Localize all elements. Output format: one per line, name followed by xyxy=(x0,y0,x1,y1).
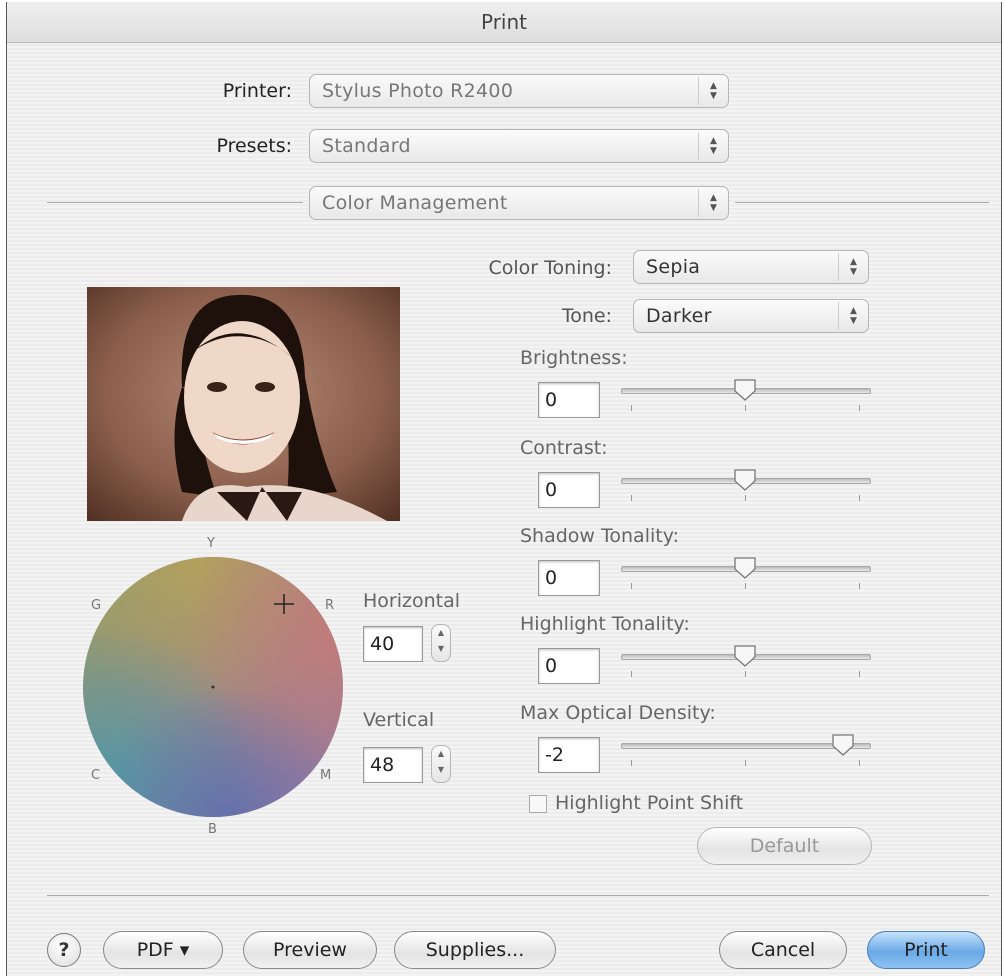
slider-thumb-icon[interactable] xyxy=(732,468,758,492)
slider-tick xyxy=(631,405,632,411)
slider-tick xyxy=(631,760,632,766)
presets-label: Presets: xyxy=(216,135,292,157)
vertical-label: Vertical xyxy=(363,709,435,731)
slider-tick xyxy=(745,405,746,411)
slider-tick xyxy=(859,495,860,501)
vertical-stepper[interactable]: ▲ ▼ xyxy=(431,745,451,783)
popup-arrows-icon: ▲ ▼ xyxy=(698,189,728,217)
supplies-button[interactable]: Supplies... xyxy=(394,931,556,969)
slider-tick xyxy=(745,495,746,501)
slider-tick xyxy=(745,760,746,766)
printer-value: Stylus Photo R2400 xyxy=(322,80,514,102)
slider-value-field[interactable]: -2 xyxy=(538,737,600,773)
slider-thumb-icon[interactable] xyxy=(732,556,758,580)
popup-arrows-icon: ▲ ▼ xyxy=(698,132,728,160)
highlight-point-shift-label[interactable]: Highlight Point Shift xyxy=(555,792,743,814)
separator-line xyxy=(735,202,989,203)
tone-value: Darker xyxy=(646,305,712,327)
slider-label: Contrast: xyxy=(520,437,608,459)
wheel-letter-m: M xyxy=(320,768,332,783)
popup-arrows-icon: ▲ ▼ xyxy=(838,302,868,330)
popup-arrows-icon: ▲ ▼ xyxy=(698,77,728,105)
slider-thumb-icon[interactable] xyxy=(830,733,856,757)
popup-arrows-icon: ▲ ▼ xyxy=(838,253,868,281)
slider-label: Brightness: xyxy=(520,347,628,369)
tone-label: Tone: xyxy=(561,305,612,327)
horizontal-label: Horizontal xyxy=(363,590,461,612)
separator-line xyxy=(47,202,303,203)
slider-value-field[interactable]: 0 xyxy=(538,560,600,596)
preview-photo xyxy=(87,287,400,521)
slider-tick xyxy=(859,671,860,677)
color-wheel[interactable] xyxy=(81,555,345,819)
print-button[interactable]: Print xyxy=(867,931,985,969)
color-toning-value: Sepia xyxy=(646,256,701,278)
wheel-letter-y: Y xyxy=(207,536,215,551)
slider-label: Highlight Tonality: xyxy=(520,613,690,635)
panel-popup[interactable]: Color Management ▲ ▼ xyxy=(309,186,729,220)
presets-popup[interactable]: Standard ▲ ▼ xyxy=(309,129,729,163)
wheel-letter-c: C xyxy=(91,768,101,783)
slider-value-field[interactable]: 0 xyxy=(538,648,600,684)
wheel-center-dot xyxy=(211,685,215,689)
slider-tick xyxy=(859,760,860,766)
help-button[interactable]: ? xyxy=(47,933,81,967)
wheel-letter-b: B xyxy=(208,822,217,837)
vertical-field[interactable]: 48 xyxy=(363,747,423,783)
footer-separator xyxy=(47,895,989,896)
horizontal-stepper[interactable]: ▲ ▼ xyxy=(431,624,451,662)
color-toning-label: Color Toning: xyxy=(488,257,612,279)
wheel-letter-r: R xyxy=(325,598,335,613)
slider-tick xyxy=(745,583,746,589)
horizontal-field[interactable]: 40 xyxy=(363,626,423,662)
slider-thumb-icon[interactable] xyxy=(732,378,758,402)
window-title: Print xyxy=(7,2,1001,43)
slider-label: Shadow Tonality: xyxy=(520,525,679,547)
color-toning-popup[interactable]: Sepia ▲ ▼ xyxy=(633,250,869,284)
slider-tick xyxy=(859,583,860,589)
preview-button[interactable]: Preview xyxy=(243,931,377,969)
cancel-button[interactable]: Cancel xyxy=(719,931,847,969)
printer-popup[interactable]: Stylus Photo R2400 ▲ ▼ xyxy=(309,74,729,108)
slider-value-field[interactable]: 0 xyxy=(538,382,600,418)
pdf-button[interactable]: PDF ▾ xyxy=(103,931,223,969)
slider-tick xyxy=(631,495,632,501)
print-dialog: Print Printer: Stylus Photo R2400 ▲ ▼ Pre… xyxy=(6,2,1002,976)
slider-label: Max Optical Density: xyxy=(520,702,716,724)
slider-tick xyxy=(631,583,632,589)
slider-tick xyxy=(631,671,632,677)
wheel-letter-g: G xyxy=(91,598,102,613)
slider-tick xyxy=(745,671,746,677)
panel-value: Color Management xyxy=(322,192,508,214)
slider-value-field[interactable]: 0 xyxy=(538,472,600,508)
printer-label: Printer: xyxy=(222,80,292,102)
slider-thumb-icon[interactable] xyxy=(732,644,758,668)
presets-value: Standard xyxy=(322,135,411,157)
default-button[interactable]: Default xyxy=(697,827,872,865)
slider-tick xyxy=(859,405,860,411)
tone-popup[interactable]: Darker ▲ ▼ xyxy=(633,299,869,333)
highlight-point-shift-checkbox[interactable] xyxy=(529,795,547,813)
